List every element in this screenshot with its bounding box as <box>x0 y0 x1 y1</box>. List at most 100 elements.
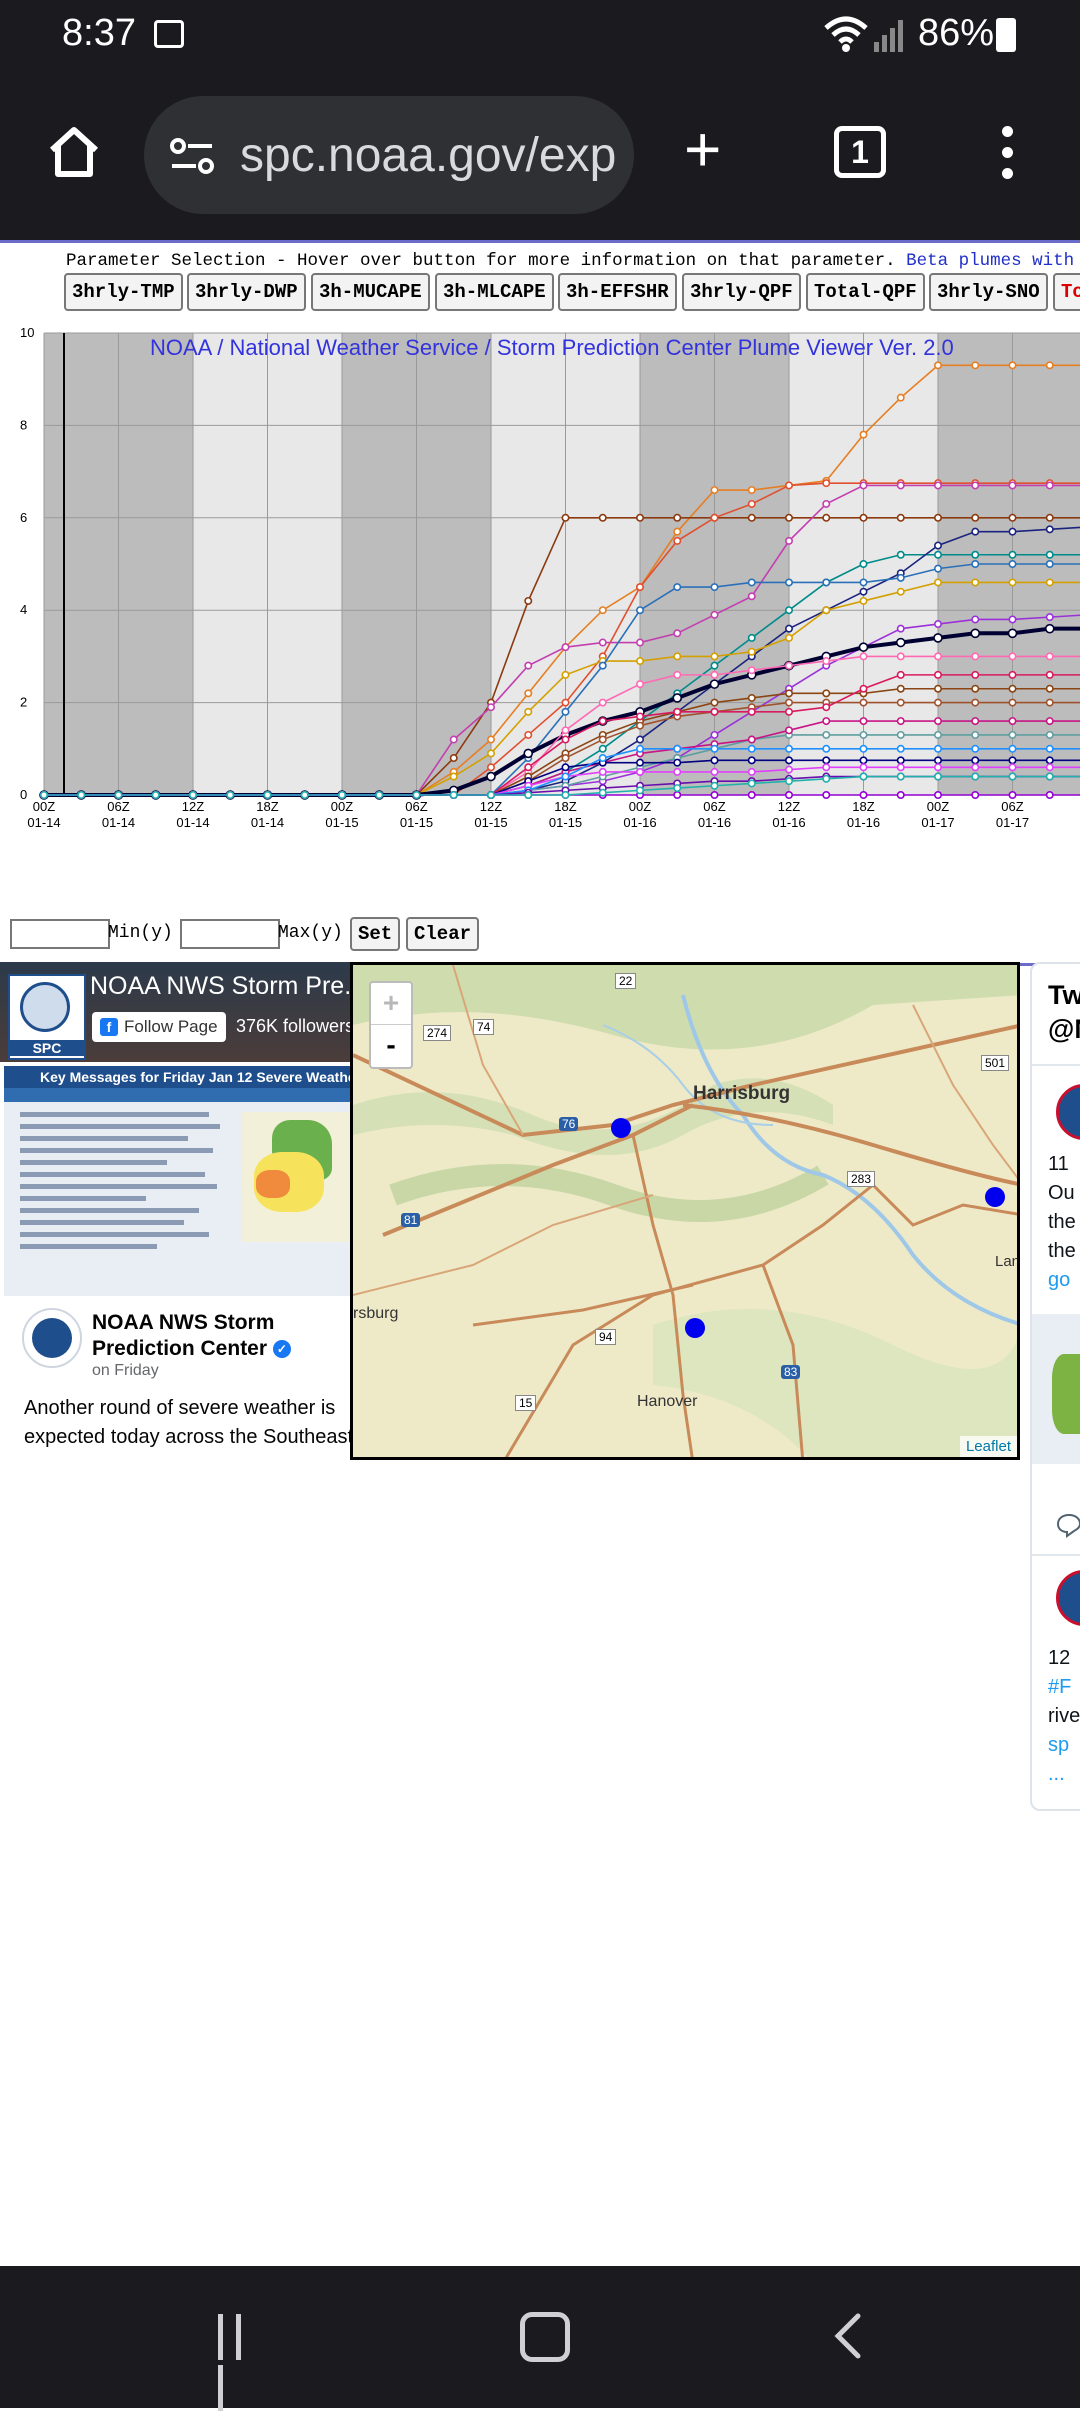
map-tiles[interactable] <box>353 965 1020 1460</box>
plume-series-point <box>711 792 717 798</box>
new-tab-icon[interactable]: + <box>684 124 721 174</box>
x-tick-date-label: 01-15 <box>549 815 582 830</box>
plume-series-point <box>972 561 978 567</box>
avatar[interactable] <box>22 1308 82 1368</box>
x-tick-label: 06Z <box>703 799 725 814</box>
wifi-icon <box>822 14 870 54</box>
zoom-out-button[interactable]: - <box>371 1025 411 1066</box>
plume-series-point <box>935 746 941 752</box>
post-image[interactable]: Key Messages for Friday Jan 12 Severe We… <box>4 1066 350 1296</box>
time-band <box>417 333 492 795</box>
station-map[interactable]: Harrisburg Hanover rsburg Lan 22 274 74 … <box>350 962 1020 1460</box>
min-y-label: Min(y) <box>108 923 173 943</box>
gallery-icon <box>154 20 184 48</box>
site-settings-icon[interactable] <box>168 134 216 178</box>
plume-series-point <box>935 699 941 705</box>
param-button-3hrly-sno[interactable]: 3hrly-SNO <box>929 273 1048 311</box>
recent-apps-icon[interactable] <box>218 2314 266 2360</box>
leaflet-attribution[interactable]: Leaflet <box>960 1436 1017 1457</box>
beta-plumes-link[interactable]: Beta plumes with vio <box>906 251 1080 271</box>
plume-series-point <box>898 718 904 724</box>
param-button-3hrly-qpf[interactable]: 3hrly-QPF <box>682 273 801 311</box>
plume-series-point <box>898 773 904 779</box>
zoom-in-button[interactable]: + <box>371 983 411 1025</box>
tab-switcher-button[interactable]: 1 <box>834 126 886 178</box>
plume-series-point <box>562 727 568 733</box>
facebook-page-name[interactable]: NOAA NWS Storm Pre... <box>90 972 350 1001</box>
max-y-input[interactable] <box>180 919 280 949</box>
time-band <box>715 333 790 795</box>
home-icon[interactable] <box>44 122 104 182</box>
plume-series-point <box>860 686 866 692</box>
plume-series-point <box>451 773 457 779</box>
plume-series-point <box>1047 792 1053 798</box>
plume-series-point <box>451 736 457 742</box>
avatar[interactable] <box>1056 1570 1080 1626</box>
plume-series-point <box>711 732 717 738</box>
param-button-3h-mucape[interactable]: 3h-MUCAPE <box>311 273 430 311</box>
plume-series-point <box>935 773 941 779</box>
min-y-input[interactable] <box>10 919 110 949</box>
plume-series-point <box>935 552 941 558</box>
plume-series-point <box>860 653 866 659</box>
x-tick-label: 06Z <box>1001 799 1023 814</box>
more-menu-icon[interactable] <box>998 126 1018 186</box>
avatar[interactable] <box>1056 1084 1080 1140</box>
plume-series-point <box>1009 764 1015 770</box>
set-button[interactable]: Set <box>350 917 400 951</box>
plume-series-point <box>786 792 792 798</box>
x-tick-date-label: 01-14 <box>251 815 284 830</box>
time-band <box>268 333 343 795</box>
plume-series-point <box>935 764 941 770</box>
plume-series-point <box>1047 614 1053 620</box>
plume-series-point <box>562 644 568 650</box>
plume-chart[interactable]: 024681000Z01-1406Z01-1412Z01-1418Z01-140… <box>0 323 1080 883</box>
plume-series-point <box>1009 552 1015 558</box>
plume-series-point <box>786 757 792 763</box>
x-tick-date-label: 01-15 <box>400 815 433 830</box>
plume-series-point <box>1047 746 1053 752</box>
plume-series-point <box>711 612 717 618</box>
time-band <box>44 333 119 795</box>
home-button-icon[interactable] <box>520 2312 570 2362</box>
plume-series-point <box>786 625 792 631</box>
x-tick-date-label: 01-14 <box>102 815 135 830</box>
tweet-image[interactable] <box>1032 1314 1080 1464</box>
plume-series-point <box>898 653 904 659</box>
plume-series-point <box>1047 672 1053 678</box>
plume-series-point <box>264 792 270 798</box>
param-button-3h-effshr[interactable]: 3h-EFFSHR <box>558 273 677 311</box>
twitter-handle[interactable]: @N <box>1048 1014 1080 1045</box>
facebook-page-header[interactable]: SPC NOAA NWS Storm Pre... fFollow Page 3… <box>0 962 350 1062</box>
clear-button[interactable]: Clear <box>406 917 479 951</box>
param-button-total-qpf[interactable]: Total-QPF <box>806 273 925 311</box>
plume-series-point <box>1047 732 1053 738</box>
plume-series-point <box>972 764 978 770</box>
follow-page-button[interactable]: fFollow Page <box>92 1012 226 1042</box>
plume-series-point <box>823 515 829 521</box>
param-button-3hrly-tmp[interactable]: 3hrly-TMP <box>64 273 183 311</box>
y-tick-label: 10 <box>20 325 34 340</box>
spc-logo: SPC <box>8 974 86 1060</box>
reply-icon[interactable] <box>1056 1512 1080 1538</box>
plume-series-point <box>1047 773 1053 779</box>
plume-series-point <box>339 792 345 798</box>
param-button-to[interactable]: To <box>1053 273 1080 311</box>
plume-series-point <box>488 750 494 756</box>
param-button-3hrly-dwp[interactable]: 3hrly-DWP <box>187 273 306 311</box>
plume-series-point <box>41 792 47 798</box>
plume-series-point <box>562 699 568 705</box>
follower-count: 376K followers <box>236 1016 350 1037</box>
plume-series-point <box>711 783 717 789</box>
x-tick-label: 06Z <box>107 799 129 814</box>
post-date[interactable]: on Friday <box>92 1362 159 1380</box>
address-bar[interactable]: spc.noaa.gov/exp <box>144 96 634 214</box>
plume-series-point <box>935 362 941 368</box>
back-icon[interactable] <box>832 2312 862 2360</box>
y-tick-label: 0 <box>20 787 27 802</box>
post-author[interactable]: NOAA NWS Storm Prediction Center ✓ <box>92 1310 350 1362</box>
plume-series-point <box>711 487 717 493</box>
plume-series-point <box>562 515 568 521</box>
param-button-3h-mlcape[interactable]: 3h-MLCAPE <box>435 273 554 311</box>
plume-series-point <box>860 431 866 437</box>
